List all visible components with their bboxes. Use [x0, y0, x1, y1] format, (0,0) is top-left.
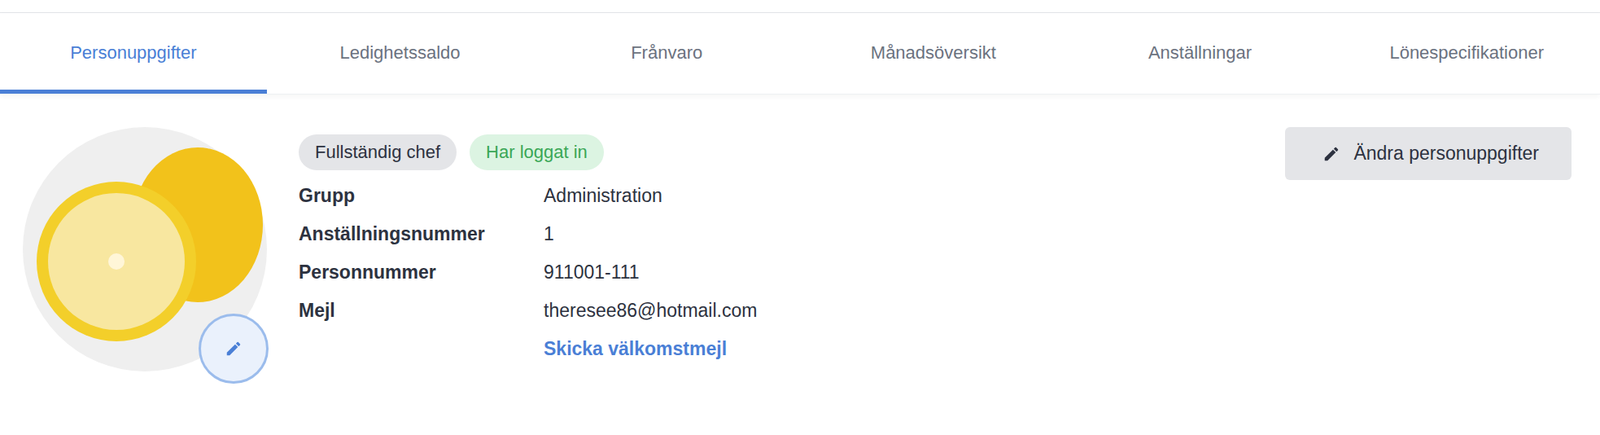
- tab[interactable]: Frånvaro: [533, 13, 800, 94]
- field-label: Anställningsnummer: [298, 214, 544, 254]
- tab[interactable]: Månadsöversikt: [800, 13, 1067, 94]
- profile-section: Fullständig chef Har loggat in Grupp Admi…: [0, 94, 1600, 388]
- welcome-mail-link[interactable]: Skicka välkomstmejl: [543, 329, 757, 368]
- top-border: [0, 0, 1600, 14]
- badge: Fullständig chef: [298, 134, 457, 171]
- field-value: Administration: [543, 176, 757, 215]
- pencil-icon: [1322, 144, 1341, 163]
- tab[interactable]: Anställningar: [1066, 13, 1334, 94]
- field-value: theresee86@hotmail.com: [543, 291, 757, 330]
- employee-page: PersonuppgifterLedighetssaldoFrånvaroMån…: [0, 0, 1600, 435]
- field-list: Grupp AdministrationAnställningsnummer 1…: [298, 176, 757, 368]
- tab[interactable]: Ledighetssaldo: [266, 13, 534, 94]
- badge: Har loggat in: [469, 134, 604, 171]
- badge-row: Fullständig chef Har loggat in: [298, 134, 757, 171]
- field-value: 1: [543, 214, 757, 254]
- field-label: Mejl: [298, 291, 544, 330]
- field-label: Personnummer: [298, 253, 544, 292]
- field-label: Grupp: [298, 176, 544, 215]
- tab[interactable]: Personuppgifter: [0, 13, 267, 94]
- edit-button[interactable]: Ändra personuppgifter: [1285, 126, 1572, 180]
- info-panel: Fullständig chef Har loggat in Grupp Admi…: [298, 126, 757, 368]
- field-value: 911001-111: [543, 253, 757, 292]
- tab-bar: PersonuppgifterLedighetssaldoFrånvaroMån…: [0, 13, 1600, 95]
- avatar: [22, 126, 267, 372]
- avatar-edit-button[interactable]: [198, 313, 269, 384]
- tab[interactable]: Lönespecifikationer: [1333, 13, 1600, 94]
- pencil-icon: [224, 339, 243, 358]
